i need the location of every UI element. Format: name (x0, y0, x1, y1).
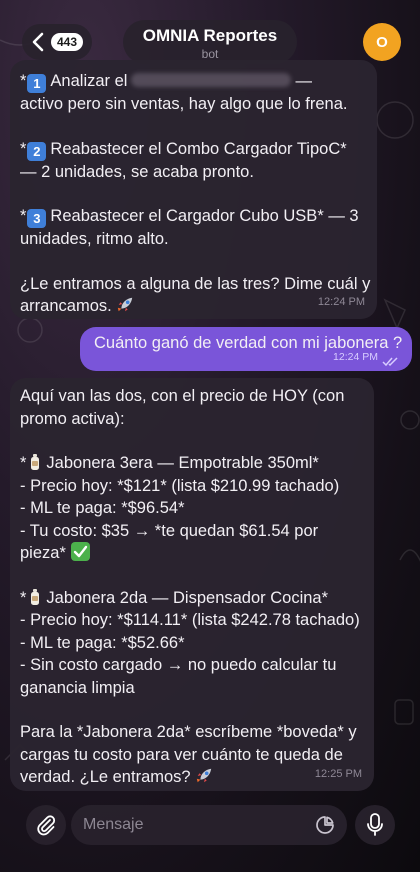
message-line: - ML te paga: *$96.54* (20, 499, 185, 517)
message-input[interactable]: Mensaje (71, 805, 347, 845)
bottle-emoji (31, 454, 40, 470)
incoming-message-2: Aquí van las dos, con el precio de HOY (… (10, 378, 374, 791)
message-line: - Tu costo: $35 → *te quedan $61.54 por (20, 521, 319, 540)
keycap-one-icon: 1 (27, 74, 47, 93)
message-line: - Sin costo cargado → no puedo calcular … (20, 656, 337, 674)
message-input-placeholder: Mensaje (83, 816, 144, 833)
check-mark-emoji (70, 542, 90, 561)
message-line: pieza* (20, 542, 362, 565)
microphone-button[interactable] (355, 805, 395, 845)
chat-title-pill[interactable]: OMNIA Reportes bot (123, 20, 297, 64)
sticker-icon[interactable] (315, 815, 335, 835)
message-line: unidades, ritmo alto. (20, 230, 169, 248)
message-line: arrancamos. (20, 295, 365, 318)
message-line: ganancia limpia (20, 678, 135, 697)
message-line: — 2 unidades, se acaba pronto. (20, 162, 254, 181)
message-time: 12:24 PM (317, 295, 365, 308)
double-check-icon (382, 357, 398, 367)
message-line: activo pero sin ventas, hay algo que lo … (20, 95, 348, 113)
unread-count-badge: 443 (50, 33, 84, 51)
back-button[interactable]: 443 (22, 24, 92, 60)
keycap-two-icon: 2 (27, 141, 47, 161)
item-1-label: Analizar el (50, 72, 128, 90)
chat-title: OMNIA Reportes (142, 26, 278, 45)
incoming-message-1: * 1 Analizar el — activo pero sin ventas, h… (10, 60, 377, 319)
message-line: - ML te paga: *$52.66* (20, 633, 185, 652)
message-line: * 1 Analizar el — (20, 72, 312, 93)
message-time: 12:25 PM (314, 767, 362, 780)
rocket-emoji (117, 297, 132, 312)
message-line: - Precio hoy: *$114.11* (lista $242.78 t… (20, 611, 360, 629)
message-composer: Mensaje (0, 800, 420, 872)
blurred-product-name (131, 73, 292, 87)
bottle-emoji (31, 588, 40, 605)
message-line: Para la *Jabonera 2da* escríbeme *boveda… (20, 723, 357, 741)
message-line: * Jabonera 2da — Dispensador Cocina* (20, 588, 329, 607)
chat-subtitle: bot (201, 47, 219, 61)
chevron-left-icon (32, 32, 44, 52)
message-line: verdad. ¿Le entramos? (20, 766, 362, 789)
message-line: cargas tu costo para ver cuánto te queda… (20, 745, 343, 764)
keycap-three-icon: 3 (27, 209, 47, 228)
message-line: promo activa): (20, 409, 125, 428)
paperclip-icon (37, 815, 56, 836)
avatar[interactable]: O (363, 23, 401, 61)
message-line: ¿Le entramos a alguna de las tres? Dime … (20, 274, 371, 293)
message-line: Aquí van las dos, con el precio de HOY (… (20, 387, 345, 405)
microphone-icon (367, 813, 383, 836)
outgoing-message: Cuánto ganó de verdad con mi jabonera ? … (80, 327, 412, 371)
attach-button[interactable] (26, 805, 66, 845)
message-line: * 3 Reabastecer el Cargador Cubo USB* — 3 (20, 207, 359, 228)
message-line: - Precio hoy: *$121* (lista $210.99 tach… (20, 476, 340, 495)
message-line: * 2 Reabastecer el Combo Cargador TipoC* (20, 139, 347, 161)
message-line: * Jabonera 3era — Empotrable 350ml* (20, 454, 319, 472)
message-time: 12:24 PM (333, 350, 378, 363)
rocket-emoji (196, 768, 211, 783)
